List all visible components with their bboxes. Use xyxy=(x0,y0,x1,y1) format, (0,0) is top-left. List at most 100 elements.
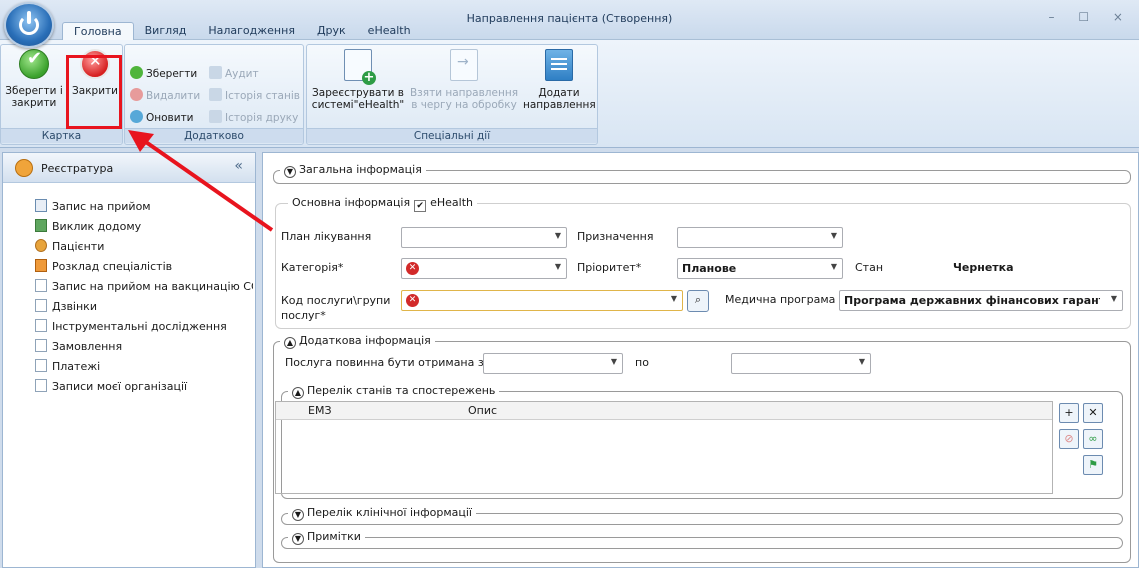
group-special: Зареєструвати в системі"eHealth" Взяти н… xyxy=(306,44,598,145)
check-icon xyxy=(19,49,49,79)
notes-header[interactable]: ▼ Примітки xyxy=(288,530,365,545)
nav-item-org-records[interactable]: Записи моєї організації xyxy=(35,377,253,397)
save-icon xyxy=(130,66,143,79)
state-value: Чернетка xyxy=(953,261,1014,274)
chevron-down-icon: ▼ xyxy=(610,357,617,366)
app-menu-button[interactable] xyxy=(4,2,54,48)
medical-program-label: Медична програма xyxy=(725,293,836,306)
notes-group: ▼ Примітки xyxy=(281,530,1123,549)
register-doc-icon xyxy=(344,49,376,85)
clinical-info-group: ▼ Перелік клінічної інформації xyxy=(281,506,1123,525)
close-icon xyxy=(80,49,110,79)
history-print-button[interactable]: Історія друку xyxy=(209,109,298,127)
chevron-down-icon: ▼ xyxy=(830,262,837,271)
audit-button[interactable]: Аудит xyxy=(209,65,259,83)
add-referral-icon xyxy=(545,49,573,81)
service-from-date[interactable]: ▼ xyxy=(483,353,623,374)
ehealth-checkbox[interactable]: ✔ xyxy=(414,200,427,212)
conditions-grid[interactable]: ЕМЗ Опис xyxy=(275,401,1053,494)
error-icon: ✕ xyxy=(406,294,419,307)
group-extra: Зберегти Видалити Оновити Аудит Історія … xyxy=(124,44,304,145)
clinical-info-header[interactable]: ▼ Перелік клінічної інформації xyxy=(288,506,476,521)
add-referral-button[interactable]: Додати направлення xyxy=(523,49,596,111)
tab-view[interactable]: Вигляд xyxy=(134,22,198,40)
left-nav-panel: Реєстратура « Запис на прийом Виклик дод… xyxy=(2,152,256,568)
save-button[interactable]: Зберегти xyxy=(130,65,197,83)
chevron-down-icon: ▼ xyxy=(292,509,304,521)
refresh-button[interactable]: Оновити xyxy=(130,109,194,127)
additional-info-header[interactable]: ▲ Додаткова інформація xyxy=(280,334,435,349)
take-to-queue-button[interactable]: Взяти направлення в чергу на обробку xyxy=(407,49,521,111)
nav-item-vaccination[interactable]: Запис на прийом на вакцинацію СОVID-19 xyxy=(35,277,253,297)
nav-item-orders[interactable]: Замовлення xyxy=(35,337,253,357)
conditions-header[interactable]: ▲ Перелік станів та спостережень xyxy=(288,384,500,399)
grid-header: ЕМЗ Опис xyxy=(276,402,1052,420)
error-icon: ✕ xyxy=(406,262,419,275)
flag-icon[interactable]: ⚑ xyxy=(1083,455,1103,475)
chevron-down-icon: ▼ xyxy=(284,166,296,178)
save-close-label: Зберегти і закрити xyxy=(5,85,63,109)
queue-doc-icon xyxy=(450,49,478,81)
link-icon[interactable]: ∞ xyxy=(1083,429,1103,449)
group-card: Зберегти і закрити Закрити Картка xyxy=(0,44,123,145)
group-extra-label: Додатково xyxy=(125,128,303,143)
sheet-icon xyxy=(35,219,47,232)
chevron-down-icon: ▼ xyxy=(292,533,304,545)
medical-program-select[interactable]: Програма державних фінансових гарантій м… xyxy=(839,290,1123,311)
column-description[interactable]: Опис xyxy=(468,404,497,417)
service-code-input[interactable]: ✕ ▼ xyxy=(401,290,683,311)
nav-item-schedule[interactable]: Розклад спеціалістів xyxy=(35,257,253,277)
state-label: Стан xyxy=(855,261,884,274)
category-select[interactable]: ✕ ▼ xyxy=(401,258,567,279)
search-icon[interactable]: ⌕ xyxy=(687,290,709,312)
window-controls[interactable]: – ☐ × xyxy=(1049,10,1133,24)
history-icon xyxy=(209,88,222,101)
chevron-down-icon: ▼ xyxy=(670,294,677,303)
column-emz[interactable]: ЕМЗ xyxy=(308,404,332,417)
chevron-down-icon: ▼ xyxy=(554,231,561,240)
pencil-icon xyxy=(35,259,47,272)
tab-home[interactable]: Головна xyxy=(62,22,134,40)
delete-button[interactable]: Видалити xyxy=(130,87,200,105)
title-bar: Направлення пацієнта (Створення) – ☐ × Г… xyxy=(0,0,1139,40)
history-states-button[interactable]: Історія станів xyxy=(209,87,300,105)
nav-item-calls[interactable]: Дзвінки xyxy=(35,297,253,317)
collapse-icon[interactable]: « xyxy=(234,158,243,174)
purpose-label: Призначення xyxy=(577,230,654,243)
service-to-date[interactable]: ▼ xyxy=(731,353,871,374)
tab-settings[interactable]: Налагодження xyxy=(197,22,306,40)
nav-item-instrumental[interactable]: Інструментальні дослідження xyxy=(35,317,253,337)
treatment-plan-select[interactable]: ▼ xyxy=(401,227,567,248)
people-icon xyxy=(35,239,47,252)
close-button[interactable]: Закрити xyxy=(67,49,123,97)
refresh-icon xyxy=(130,110,143,123)
audit-icon xyxy=(209,66,222,79)
ribbon: Зберегти і закрити Закрити Картка Зберег… xyxy=(0,40,1139,148)
print-history-icon xyxy=(209,110,222,123)
calendar-icon xyxy=(35,199,47,212)
nav-item-patients[interactable]: Пацієнти xyxy=(35,237,253,257)
group-special-label: Спеціальні дії xyxy=(307,128,597,143)
delete-row-icon[interactable]: ⊘ xyxy=(1059,429,1079,449)
chevron-down-icon: ▼ xyxy=(858,357,865,366)
nav-list: Запис на прийом Виклик додому Пацієнти Р… xyxy=(3,183,255,397)
service-from-label: Послуга повинна бути отримана з xyxy=(285,356,484,369)
tab-ehealth[interactable]: eHealth xyxy=(357,22,422,40)
referral-form: ▼ Загальна інформація Основна інформація ✔… xyxy=(262,152,1139,568)
tab-print[interactable]: Друк xyxy=(306,22,357,40)
nav-item-payments[interactable]: Платежі xyxy=(35,357,253,377)
chevron-down-icon: ▼ xyxy=(554,262,561,271)
tools-icon[interactable]: ✕ xyxy=(1083,403,1103,423)
priority-select[interactable]: Планове ▼ xyxy=(677,258,843,279)
chevron-up-icon: ▲ xyxy=(292,387,304,399)
to-label: по xyxy=(635,356,649,369)
save-close-button[interactable]: Зберегти і закрити xyxy=(3,49,65,109)
nav-item-home-call[interactable]: Виклик додому xyxy=(35,217,253,237)
add-row-icon[interactable]: + xyxy=(1059,403,1079,423)
register-ehealth-button[interactable]: Зареєструвати в системі"eHealth" xyxy=(311,49,405,111)
purpose-select[interactable]: ▼ xyxy=(677,227,843,248)
close-label: Закрити xyxy=(72,85,118,97)
nav-item-appointment[interactable]: Запис на прийом xyxy=(35,197,253,217)
general-info-header[interactable]: ▼ Загальна інформація xyxy=(280,163,426,178)
document-icon xyxy=(35,379,47,392)
